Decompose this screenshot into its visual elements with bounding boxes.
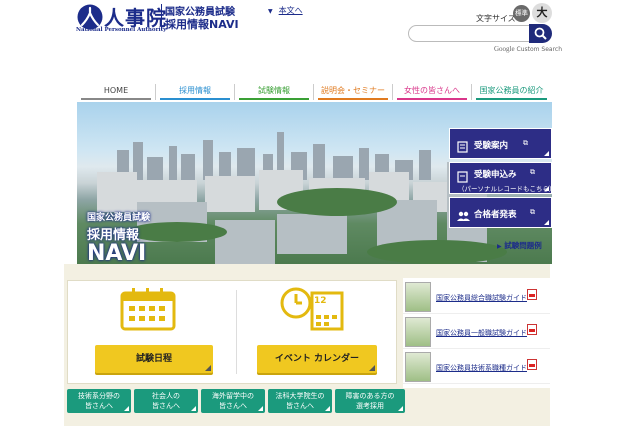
guide-link[interactable]: 国家公務員技術系職種ガイド [436,363,527,373]
nav-underline [81,98,151,100]
corner-arrow-icon [124,406,129,411]
audience-line1: 技術系分野の [78,392,120,400]
nav-exam-info[interactable]: 試験情報 [234,84,313,100]
exam-application-label[interactable]: 受験申込み [474,168,517,180]
audience-line2: 皆さんへ [85,402,113,410]
nav-about-label[interactable]: 国家公務員の紹介 [480,86,544,95]
corner-arrow-icon [369,365,375,371]
audience-overseas-students-button[interactable]: 海外留学中の 皆さんへ [201,389,265,413]
hero-title-large: NAVI [87,241,147,265]
guide-thumbnail [405,317,431,347]
nav-exam-info-label[interactable]: 試験情報 [258,86,290,95]
google-custom-search-label: Google Custom Search [494,45,562,53]
logo-divider [161,4,162,30]
search-input[interactable] [408,25,530,42]
nav-underline [397,98,467,100]
search-button[interactable] [529,24,552,43]
nav-seminars-label[interactable]: 説明会・セミナー [321,86,385,95]
audience-line2: 皆さんへ [286,402,314,410]
sample-questions-label[interactable]: 試験問題例 [504,241,542,250]
sample-questions-link[interactable]: ▶ 試験問題例 [497,240,542,251]
audience-line2: 皆さんへ [219,402,247,410]
clock-calendar-icon [280,287,344,331]
hero-title: 国家公務員試験 採用情報 NAVI [87,210,150,264]
guide-link[interactable]: 国家公務員総合職試験ガイド [436,293,527,303]
logo-subtitle: National Personnel Authority [76,27,167,33]
exam-schedule-button[interactable]: 試験日程 [95,345,213,373]
audience-line1: 海外留学中の [212,392,254,400]
audience-law-school-button[interactable]: 法科大学院生の 皆さんへ [268,389,332,413]
site-title-line2: 採用情報NAVI [165,18,239,31]
guide-link[interactable]: 国家公務員一般職試験ガイド [436,328,527,338]
corner-arrow-icon [544,151,549,156]
nav-underline [476,98,547,100]
exam-guide-list: 国家公務員総合職試験ガイド 国家公務員一般職試験ガイド 国家公務員技術系職種ガイ… [403,278,550,388]
triangle-down-icon: ▼ [268,8,273,15]
audience-line1: 障害のある方の [345,392,395,400]
nav-underline [239,98,309,100]
exam-application-button[interactable]: 受験申込み ⧉ （パーソナルレコードもこちら） [449,162,556,194]
audience-line1: 法科大学院生の [275,392,325,400]
guide-item[interactable]: 国家公務員技術系職種ガイド [403,350,550,384]
guide-thumbnail [405,282,431,312]
guide-item[interactable]: 国家公務員一般職試験ガイド [403,315,550,349]
corner-arrow-icon [325,406,330,411]
pdf-icon [527,324,537,335]
calendar-day-number: 12 [314,296,327,306]
nav-underline [160,98,230,100]
font-size-large-button[interactable]: 大 [532,3,552,23]
panel-divider [236,290,237,374]
pdf-icon [527,359,537,370]
event-calendar-label[interactable]: イベント カレンダー [275,354,359,364]
triangle-right-icon: ▶ [497,243,502,250]
external-link-icon: ⧉ [523,139,528,147]
calendar-grid-icon [120,288,176,331]
audience-technical-button[interactable]: 技術系分野の 皆さんへ [67,389,131,413]
corner-arrow-icon [191,406,196,411]
nav-underline [318,98,388,100]
font-size-standard-button[interactable]: 標準 [513,5,530,22]
corner-arrow-icon [398,406,403,411]
audience-line2: 皆さんへ [152,402,180,410]
audience-line2: 選考採用 [356,402,384,410]
hero-title-small: 国家公務員試験 [87,213,151,223]
pdf-icon [527,289,537,300]
corner-arrow-icon [205,365,211,371]
skip-to-content-link[interactable]: ▼ 本文へ [268,5,303,16]
audience-line1: 社会人の [152,392,180,400]
document-icon [457,138,468,157]
audience-working-adults-button[interactable]: 社会人の 皆さんへ [134,389,198,413]
nav-seminars[interactable]: 説明会・セミナー [313,84,392,100]
external-link-icon: ⧉ [530,168,535,176]
nav-home[interactable]: HOME [77,84,155,100]
exam-schedule-label[interactable]: 試験日程 [136,354,172,364]
results-announcement-label[interactable]: 合格者発表 [474,208,517,220]
people-icon [457,207,470,226]
search-icon [534,27,547,40]
nav-recruitment-label[interactable]: 採用情報 [179,86,211,95]
exam-guide-label[interactable]: 受験案内 [474,139,508,151]
nav-for-women[interactable]: 女性の皆さんへ [392,84,471,100]
audience-buttons: 技術系分野の 皆さんへ 社会人の 皆さんへ 海外留学中の 皆さんへ 法科大学院生… [67,389,405,413]
corner-arrow-icon [258,406,263,411]
skip-link-label[interactable]: 本文へ [279,6,303,15]
global-nav: HOME 採用情報 試験情報 説明会・セミナー 女性の皆さんへ 国家公務員の紹介 [77,84,551,100]
external-link-icon: ⧉ [530,208,535,216]
corner-arrow-icon [544,220,549,225]
exam-guide-button[interactable]: 受験案内 ⧉ [449,128,552,159]
nav-for-women-label[interactable]: 女性の皆さんへ [404,86,460,95]
corner-arrow-icon [544,186,549,191]
personal-record-note: （パーソナルレコードもこちら） [458,185,556,193]
event-calendar-button[interactable]: イベント カレンダー [257,345,377,373]
nav-recruitment[interactable]: 採用情報 [155,84,234,100]
custom-search-text: Custom Search [516,46,563,53]
guide-thumbnail [405,352,431,382]
nav-about-civil-servants[interactable]: 国家公務員の紹介 [471,84,551,100]
google-logo: Google [494,45,515,53]
results-announcement-button[interactable]: 合格者発表 ⧉ [449,197,552,228]
guide-item[interactable]: 国家公務員総合職試験ガイド [403,280,550,314]
nav-home-label[interactable]: HOME [104,86,128,95]
font-size-label: 文字サイズ [476,14,516,23]
audience-disability-button[interactable]: 障害のある方の 選考採用 [335,389,405,413]
